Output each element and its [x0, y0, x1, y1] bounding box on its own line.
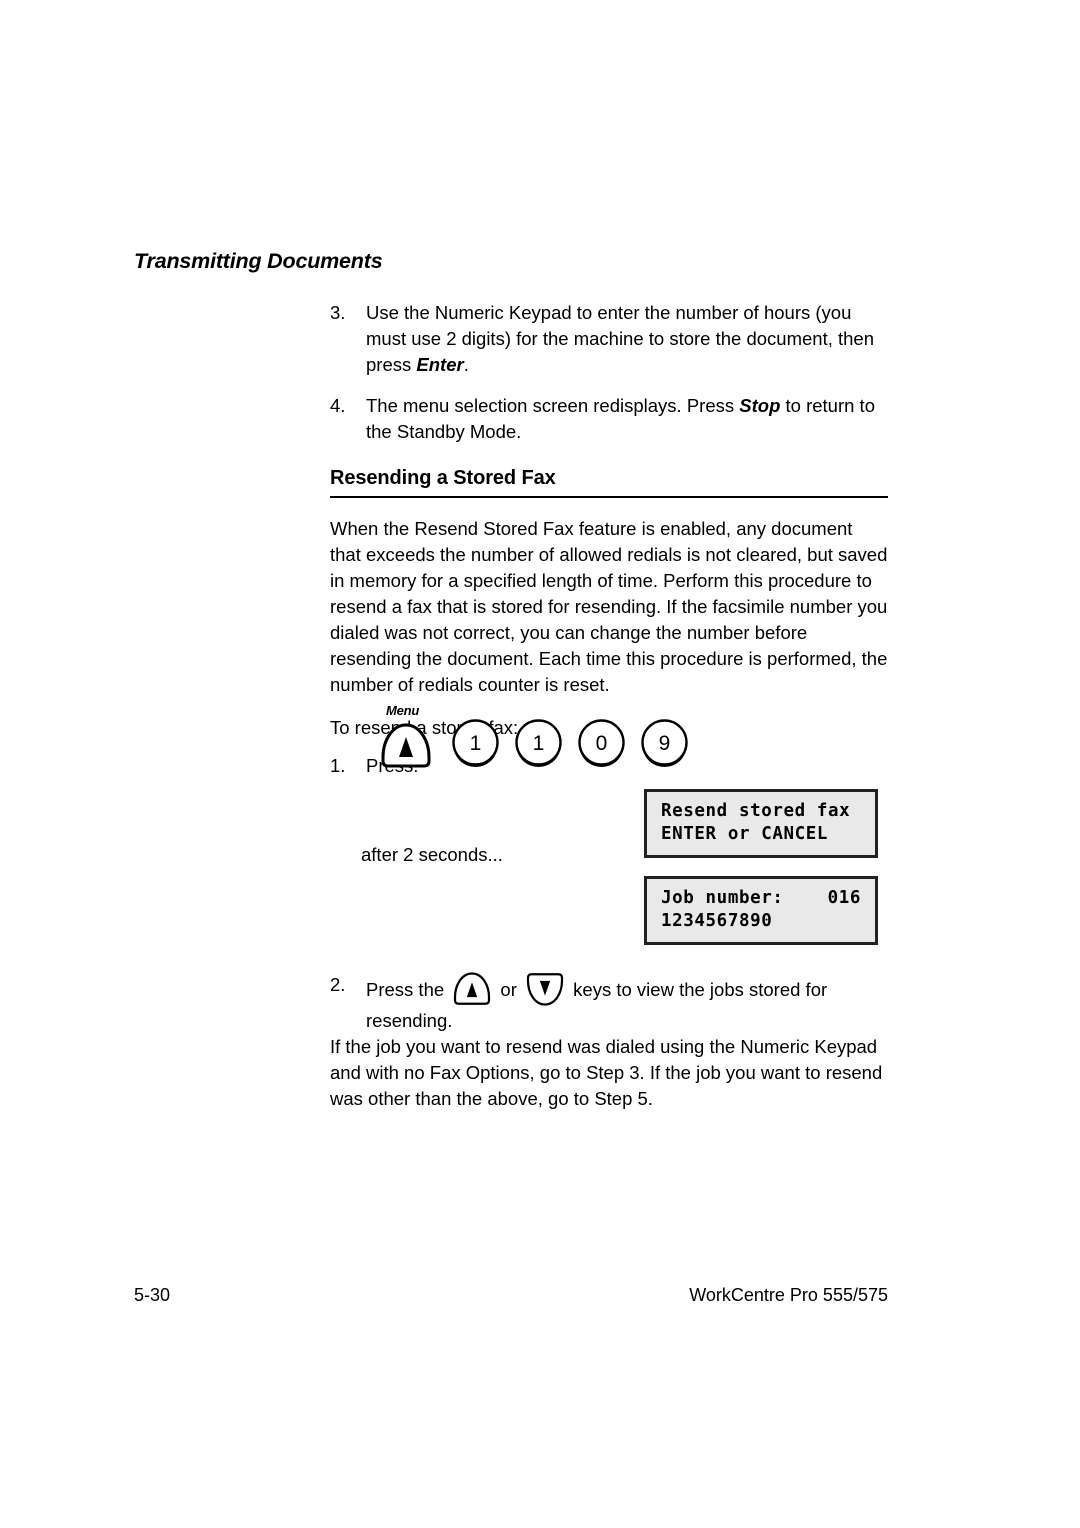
step-4-text-before: The menu selection screen redisplays. Pr…	[366, 395, 740, 416]
lcd-2-job-label: Job number:	[661, 888, 784, 908]
step-2-text: Press the or keys to view the jobs store…	[366, 972, 888, 1036]
menu-dome-up-arrow-key-icon	[381, 723, 431, 768]
running-head: Transmitting Documents	[134, 249, 383, 273]
numeric-key-9[interactable]: 9	[639, 718, 690, 769]
step-4: 4. The menu selection screen redisplays.…	[330, 393, 888, 445]
numeric-key-1-a[interactable]: 1	[450, 718, 501, 769]
lcd-2-job-value: 016	[827, 888, 861, 908]
step-3-emphasis: Enter	[416, 354, 464, 375]
digit-key-icon: 0	[578, 719, 625, 767]
step-3-number: 3.	[330, 302, 346, 323]
step-3-text-after: .	[463, 354, 469, 375]
menu-key-label: Menu	[386, 703, 420, 718]
section-body-paragraph: When the Resend Stored Fax feature is en…	[330, 518, 888, 695]
section-heading-rule	[330, 496, 888, 498]
trailing-paragraph: If the job you want to resend was dialed…	[330, 1036, 883, 1109]
digit-key-label-2: 0	[596, 732, 608, 755]
footer-product-name: WorkCentre Pro 555/575	[689, 1285, 888, 1305]
footer-page-number: 5-30	[134, 1285, 171, 1305]
digit-key-icon: 9	[641, 719, 688, 767]
step-1-number: 1.	[330, 755, 346, 776]
step-4-text: The menu selection screen redisplays. Pr…	[366, 393, 888, 445]
numeric-key-1-b[interactable]: 1	[513, 718, 564, 769]
menu-key[interactable]: Menu	[378, 703, 438, 769]
step-4-number: 4.	[330, 395, 346, 416]
step-2: 2. Press the or keys to view the jobs st…	[330, 972, 888, 1036]
numeric-key-0[interactable]: 0	[576, 718, 627, 769]
lcd-2-line-1: Job number: 016	[661, 887, 861, 910]
step-3-text: Use the Numeric Keypad to enter the numb…	[366, 300, 888, 378]
lcd-1-line-1: Resend stored fax	[661, 801, 851, 821]
digit-key-icon: 1	[515, 719, 562, 767]
down-arrow-dome-key-icon[interactable]	[524, 972, 566, 1006]
step-3: 3. Use the Numeric Keypad to enter the n…	[330, 300, 888, 378]
digit-key-label-0: 1	[470, 732, 482, 755]
step-2-conjunction: or	[495, 979, 523, 1000]
step-2-text-before: Press the	[366, 979, 450, 1000]
after-seconds-note: after 2 seconds...	[361, 844, 503, 865]
lcd-2-line-2: 1234567890	[661, 911, 773, 931]
lcd-display-job-number: Job number: 016 1234567890	[644, 876, 878, 945]
digit-key-label-1: 1	[533, 732, 545, 755]
section-heading: Resending a Stored Fax	[330, 467, 556, 489]
digit-key-label-3: 9	[659, 732, 671, 755]
step-4-emphasis: Stop	[739, 395, 781, 416]
up-arrow-dome-key-icon[interactable]	[451, 972, 493, 1006]
lcd-display-confirm: Resend stored fax ENTER or CANCEL	[644, 789, 878, 858]
digit-key-icon: 1	[452, 719, 499, 767]
key-sequence-graphic: Menu 1 1 0 9	[378, 703, 690, 769]
step-2-number: 2.	[330, 974, 346, 995]
lcd-1-line-2: ENTER or CANCEL	[661, 824, 829, 844]
